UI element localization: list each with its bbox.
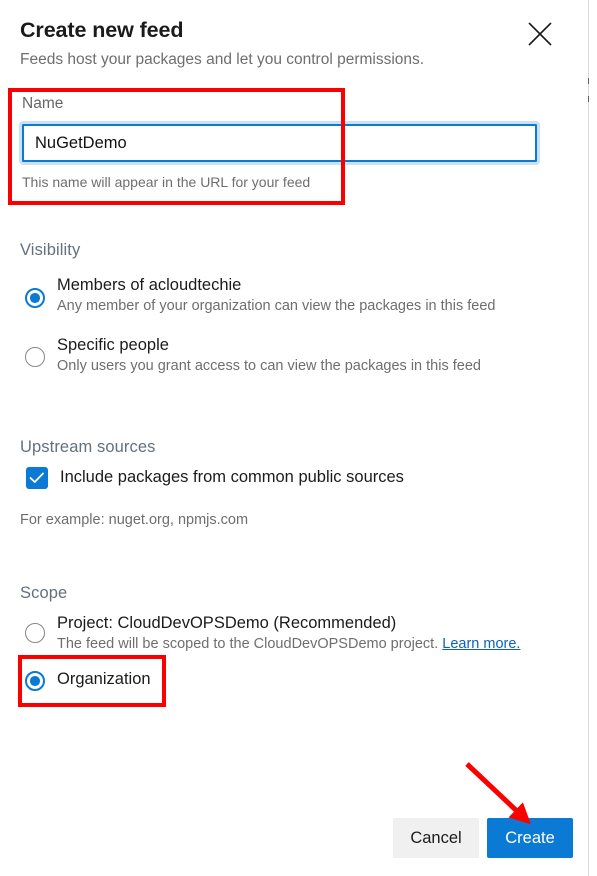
scope-project-description: The feed will be scoped to the CloudDevO… [57,636,520,652]
radio-visibility-members[interactable] [25,288,45,308]
close-icon [528,22,552,46]
upstream-example-text: For example: nuget.org, npmjs.com [20,512,249,528]
scope-project-description-text: The feed will be scoped to the CloudDevO… [57,636,439,652]
scope-heading: Scope [20,584,68,602]
create-button[interactable]: Create [487,818,573,858]
panel-edge-divider [588,0,589,876]
upstream-checkbox[interactable] [26,467,48,489]
upstream-heading: Upstream sources [20,438,156,456]
visibility-members-description: Any member of your organization can view… [57,298,496,314]
upstream-checkbox-label: Include packages from common public sour… [60,468,404,486]
check-icon [29,472,44,483]
learn-more-link[interactable]: Learn more. [442,636,520,652]
panel-edge-tick [588,78,589,84]
name-hint: This name will appear in the URL for you… [22,174,311,190]
scope-project-title: Project: CloudDevOPSDemo (Recommended) [57,614,397,632]
name-label: Name [22,95,64,112]
cancel-button[interactable]: Cancel [393,818,479,858]
radio-scope-organization[interactable] [25,671,45,691]
radio-visibility-specific-people[interactable] [25,347,45,367]
visibility-specific-title: Specific people [57,336,169,354]
close-button[interactable] [524,18,560,54]
page-title: Create new feed [20,18,184,42]
name-input[interactable] [19,121,540,165]
radio-scope-project[interactable] [25,623,45,643]
dialog-subtitle: Feeds host your packages and let you con… [20,51,425,68]
scope-organization-title: Organization [57,670,151,688]
visibility-members-title: Members of acloudtechie [57,276,242,294]
panel-edge-tick [588,96,589,102]
create-feed-dialog: Create new feed Feeds host your packages… [0,0,597,876]
visibility-heading: Visibility [20,241,81,259]
visibility-specific-description: Only users you grant access to can view … [57,358,481,374]
